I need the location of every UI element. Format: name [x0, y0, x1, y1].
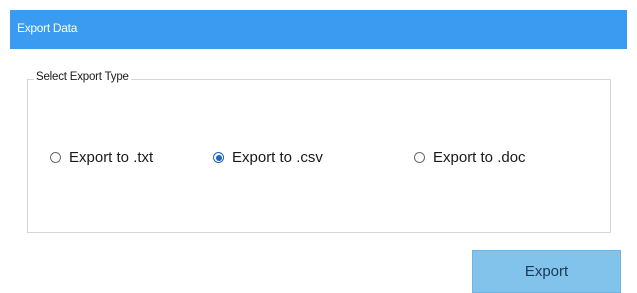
export-txt-label[interactable]: Export to .txt	[69, 149, 153, 166]
window-top-strip	[0, 0, 637, 10]
export-type-groupbox: Select Export Type Export to .txt Export…	[27, 71, 611, 233]
export-type-legend: Select Export Type	[34, 71, 131, 83]
title-bar: Export Data	[10, 10, 627, 49]
export-button-label: Export	[524, 263, 569, 280]
export-doc-label[interactable]: Export to .doc	[433, 149, 526, 166]
export-button[interactable]: Export	[472, 250, 621, 293]
export-csv-radio[interactable]: Export to .csv	[213, 149, 323, 166]
export-csv-label[interactable]: Export to .csv	[232, 149, 323, 166]
radio-unchecked-icon[interactable]	[50, 152, 61, 163]
radio-unchecked-icon[interactable]	[414, 152, 425, 163]
export-doc-radio[interactable]: Export to .doc	[414, 149, 526, 166]
radio-checked-icon[interactable]	[213, 152, 224, 163]
export-data-window: Export Data Select Export Type Export to…	[0, 0, 637, 293]
export-txt-radio[interactable]: Export to .txt	[50, 149, 153, 166]
window-title: Export Data	[17, 21, 78, 35]
